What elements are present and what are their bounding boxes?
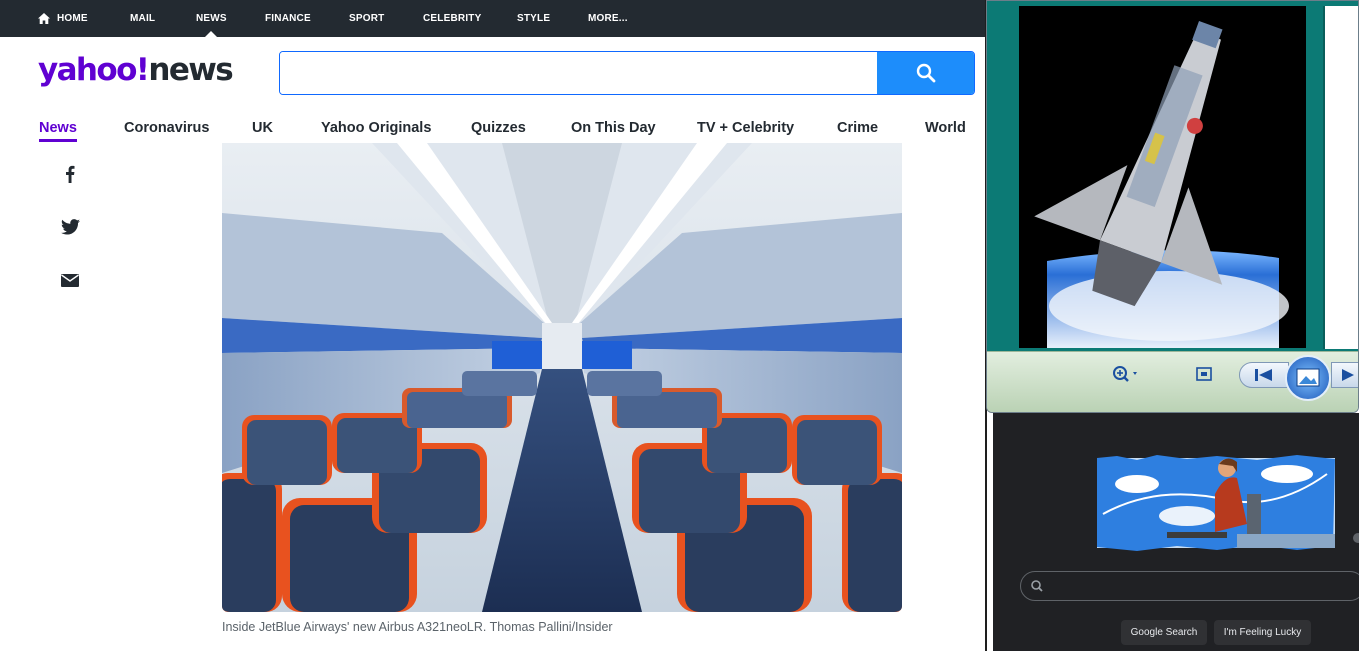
article-hero-image (222, 143, 902, 612)
search-input[interactable] (280, 52, 877, 94)
home-icon (38, 13, 50, 24)
image-caption: Inside JetBlue Airways' new Airbus A321n… (222, 620, 613, 634)
top-nav-news-label: NEWS (196, 12, 227, 24)
google-homepage: Google Search I'm Feeling Lucky (993, 413, 1359, 651)
nav-quizzes[interactable]: Quizzes (471, 120, 526, 136)
doodle-share-button[interactable] (1353, 533, 1359, 543)
top-nav-home[interactable]: HOME (38, 0, 88, 37)
zoom-icon (1113, 366, 1137, 382)
top-nav-mail-label: MAIL (130, 12, 156, 24)
top-navigation-bar: HOME MAIL NEWS FINANCE SPORT CELEBRITY S… (0, 0, 985, 37)
top-nav-more-label: MORE... (588, 12, 628, 24)
next-button[interactable] (1331, 362, 1358, 388)
logo-yahoo: yahoo! (38, 52, 150, 88)
mail-icon (61, 273, 79, 287)
top-nav-finance-label: FINANCE (265, 12, 311, 24)
search-icon (916, 63, 935, 83)
top-nav-mail[interactable]: MAIL (130, 0, 155, 37)
nav-coronavirus[interactable]: Coronavirus (124, 120, 209, 136)
viewer-image-area (987, 1, 1358, 351)
google-search-button[interactable]: Google Search (1121, 620, 1207, 645)
nav-uk[interactable]: UK (252, 120, 273, 136)
zoom-button[interactable] (1107, 362, 1143, 386)
top-nav-sport[interactable]: SPORT (349, 0, 384, 37)
top-nav-more[interactable]: MORE... (588, 0, 628, 37)
nav-world[interactable]: World (925, 120, 966, 136)
search-bar (279, 51, 975, 95)
facebook-icon (66, 165, 75, 183)
photo-viewer-window (986, 0, 1359, 413)
section-navigation: News Coronavirus UK Yahoo Originals Quiz… (0, 115, 985, 143)
search-button[interactable] (877, 52, 974, 94)
google-search-icon (1031, 580, 1043, 592)
yahoo-news-logo[interactable]: yahoo! news (38, 52, 234, 92)
top-nav-sport-label: SPORT (349, 12, 385, 24)
top-nav-news[interactable]: NEWS (196, 0, 227, 37)
space-shuttle-photo (1019, 6, 1306, 348)
previous-button[interactable] (1239, 362, 1289, 388)
share-facebook-button[interactable] (56, 160, 84, 188)
top-nav-style[interactable]: STYLE (517, 0, 550, 37)
nav-yahoo-originals[interactable]: Yahoo Originals (321, 120, 431, 136)
top-nav-finance[interactable]: FINANCE (265, 0, 311, 37)
feeling-lucky-button[interactable]: I'm Feeling Lucky (1214, 620, 1311, 645)
viewer-side-panel (1323, 6, 1358, 349)
next-icon (1342, 369, 1354, 381)
top-nav-celebrity[interactable]: CELEBRITY (423, 0, 481, 37)
viewer-toolbar (987, 351, 1358, 412)
logo-news: news (148, 52, 233, 88)
nav-crime[interactable]: Crime (837, 120, 878, 136)
google-doodle[interactable] (1097, 454, 1337, 552)
nav-news[interactable]: News (39, 120, 77, 142)
google-search-input[interactable] (1055, 572, 1359, 600)
yahoo-news-page: HOME MAIL NEWS FINANCE SPORT CELEBRITY S… (0, 0, 985, 651)
previous-icon (1255, 369, 1272, 381)
nav-on-this-day[interactable]: On This Day (571, 120, 656, 136)
top-nav-celebrity-label: CELEBRITY (423, 12, 482, 24)
top-nav-home-label: HOME (57, 12, 88, 24)
fit-icon (1196, 367, 1212, 381)
nav-tv-celebrity[interactable]: TV + Celebrity (697, 120, 794, 136)
slideshow-button[interactable] (1285, 355, 1331, 401)
google-search-box (1020, 571, 1359, 601)
slideshow-icon (1296, 368, 1320, 387)
top-nav-style-label: STYLE (517, 12, 551, 24)
fit-to-window-button[interactable] (1192, 364, 1216, 384)
share-email-button[interactable] (56, 266, 84, 294)
share-twitter-button[interactable] (56, 213, 84, 241)
twitter-icon (60, 219, 80, 235)
